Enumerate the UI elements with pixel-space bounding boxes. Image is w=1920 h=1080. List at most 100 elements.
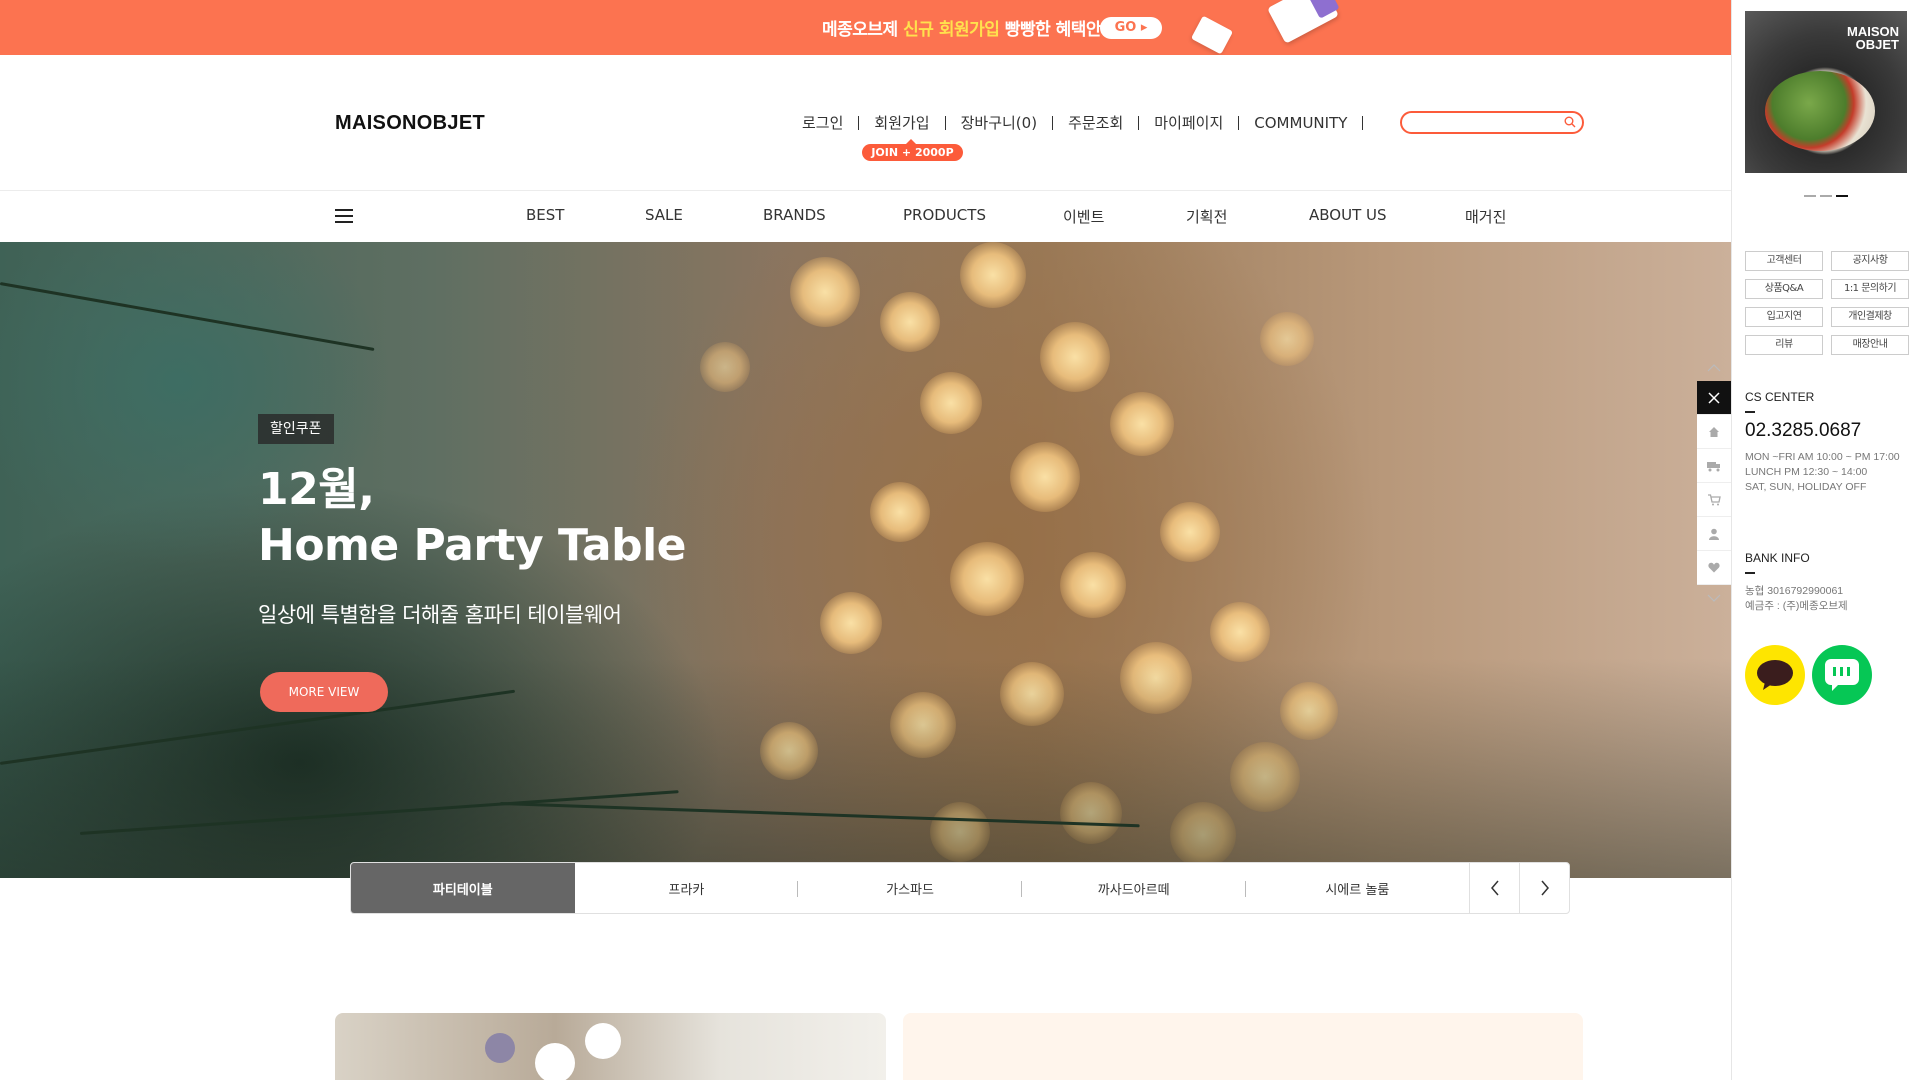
bokeh-light bbox=[1160, 502, 1220, 562]
promo-go-button[interactable]: GO ▸ bbox=[1100, 17, 1162, 39]
utility-nav: 로그인 회원가입 장바구니(0) 주문조회 마이페이지 COMMUNITY bbox=[802, 112, 1378, 133]
cs-phone-number: 02.3285.0687 bbox=[1745, 420, 1862, 441]
talktalk-chat-button[interactable] bbox=[1812, 645, 1872, 705]
side-banner-logo: MAISON OBJET bbox=[1847, 24, 1899, 52]
prev-arrow-button[interactable] bbox=[1469, 863, 1519, 913]
hero-tab-sierre[interactable]: 시에르 놀룸 bbox=[1246, 863, 1470, 913]
content-card-pastel[interactable] bbox=[903, 1013, 1583, 1080]
customer-center-link[interactable]: 고객센터 bbox=[1745, 251, 1823, 271]
promo-text: 메종오브제 신규 회원가입 빵빵한 혜택안내 bbox=[822, 20, 1117, 40]
kakao-chat-button[interactable] bbox=[1745, 645, 1805, 705]
chevron-left-icon bbox=[1490, 880, 1499, 896]
nav-brands[interactable]: BRANDS bbox=[763, 206, 826, 224]
heart-icon bbox=[1708, 562, 1720, 573]
chevron-up-icon bbox=[1707, 364, 1721, 372]
quick-cart-button[interactable] bbox=[1697, 483, 1731, 517]
hero-tab-praka[interactable]: 프라카 bbox=[575, 863, 799, 913]
bokeh-light bbox=[1010, 442, 1080, 512]
bokeh-light bbox=[1260, 312, 1314, 366]
coupon-decoration bbox=[1190, 15, 1234, 55]
promo-banner[interactable]: 메종오브제 신규 회원가입 빵빵한 혜택안내 GO ▸ bbox=[0, 0, 1731, 55]
side-link-grid: 고객센터 공지사항 상품Q&A 1:1 문의하기 입고지연 개인결제창 리뷰 매… bbox=[1745, 251, 1909, 355]
bank-info-title: BANK INFO bbox=[1745, 551, 1810, 565]
chevron-right-icon bbox=[1540, 880, 1549, 896]
search-icon[interactable] bbox=[1564, 116, 1576, 128]
hero-tag: 할인쿠폰 bbox=[258, 414, 334, 444]
notice-link[interactable]: 공지사항 bbox=[1831, 251, 1909, 271]
pine-branch bbox=[0, 282, 375, 351]
login-link[interactable]: 로그인 bbox=[802, 112, 843, 133]
community-link[interactable]: COMMUNITY bbox=[1254, 114, 1347, 132]
bokeh-light bbox=[1210, 602, 1270, 662]
coupon-decoration bbox=[1267, 0, 1339, 44]
quick-close-button[interactable] bbox=[1697, 381, 1731, 415]
close-icon bbox=[1708, 391, 1720, 404]
nav-exhibition[interactable]: 기획전 bbox=[1186, 206, 1227, 227]
search-input[interactable] bbox=[1400, 111, 1584, 134]
stock-delay-link[interactable]: 입고지연 bbox=[1745, 307, 1823, 327]
bokeh-light bbox=[1060, 552, 1126, 618]
main-nav: BEST SALE BRANDS PRODUCTS 이벤트 기획전 ABOUT … bbox=[0, 190, 1731, 243]
cs-hours: MON ~FRI AM 10:00 ~ PM 17:00 LUNCH PM 12… bbox=[1745, 451, 1900, 493]
menu-icon[interactable] bbox=[335, 209, 353, 224]
cart-link[interactable]: 장바구니(0) bbox=[961, 112, 1037, 133]
cart-icon bbox=[1707, 493, 1721, 505]
nav-sale[interactable]: SALE bbox=[645, 206, 683, 224]
flower-decoration bbox=[485, 1033, 515, 1063]
one-on-one-inquiry-link[interactable]: 1:1 문의하기 bbox=[1831, 279, 1909, 299]
flower-decoration bbox=[585, 1023, 621, 1059]
order-lookup-link[interactable]: 주문조회 bbox=[1068, 112, 1123, 133]
scroll-down-button[interactable] bbox=[1697, 585, 1731, 611]
content-card-flowers[interactable] bbox=[335, 1013, 886, 1080]
divider bbox=[1745, 411, 1755, 413]
nav-event[interactable]: 이벤트 bbox=[1063, 206, 1104, 227]
scroll-up-button[interactable] bbox=[1697, 355, 1731, 381]
hero-subtitle: 일상에 특별함을 더해줄 홈파티 테이블웨어 bbox=[258, 603, 622, 627]
bokeh-light bbox=[700, 342, 750, 392]
hero-title: 12월, Home Party Table bbox=[258, 464, 687, 571]
quick-wishlist-button[interactable] bbox=[1697, 551, 1731, 585]
chat-icon bbox=[1825, 659, 1859, 691]
quick-mypage-button[interactable] bbox=[1697, 517, 1731, 551]
promo-highlight: 신규 회원가입 bbox=[903, 20, 1000, 40]
nav-best[interactable]: BEST bbox=[526, 206, 564, 224]
chevron-down-icon bbox=[1707, 594, 1721, 602]
home-icon bbox=[1709, 426, 1719, 437]
quick-home-button[interactable] bbox=[1697, 415, 1731, 449]
side-banner-image[interactable]: MAISON OBJET bbox=[1745, 11, 1907, 173]
bokeh-light bbox=[920, 372, 982, 434]
bokeh-light bbox=[1110, 392, 1174, 456]
store-info-link[interactable]: 매장안내 bbox=[1831, 335, 1909, 355]
nav-magazine[interactable]: 매거진 bbox=[1465, 206, 1506, 227]
hero-tab-bar: 파티테이블 프라카 가스파드 까사드아르떼 시에르 놀룸 bbox=[350, 862, 1570, 914]
signup-link[interactable]: 회원가입 bbox=[874, 112, 929, 133]
hero-tab-casa-arte[interactable]: 까사드아르떼 bbox=[1022, 863, 1246, 913]
flower-decoration bbox=[535, 1043, 575, 1080]
side-banner-pager[interactable] bbox=[1804, 195, 1848, 197]
mypage-link[interactable]: 마이페이지 bbox=[1154, 112, 1223, 133]
join-points-badge: JOIN + 2000P bbox=[862, 139, 963, 161]
user-icon bbox=[1709, 528, 1719, 540]
hero-tab-party-table[interactable]: 파티테이블 bbox=[351, 863, 575, 913]
quick-delivery-button[interactable] bbox=[1697, 449, 1731, 483]
bank-info: 농협 3016792990061 예금주 : (주)메종오브제 bbox=[1745, 585, 1848, 612]
bokeh-light bbox=[1040, 322, 1110, 392]
nav-products[interactable]: PRODUCTS bbox=[903, 206, 986, 224]
bokeh-light bbox=[950, 542, 1024, 616]
personal-payment-link[interactable]: 개인결제창 bbox=[1831, 307, 1909, 327]
nav-about-us[interactable]: ABOUT US bbox=[1309, 206, 1387, 224]
bokeh-light bbox=[960, 242, 1026, 308]
site-logo[interactable]: MAISONOBJET bbox=[335, 112, 485, 135]
speech-bubble-icon bbox=[1757, 660, 1793, 690]
review-link[interactable]: 리뷰 bbox=[1745, 335, 1823, 355]
hero-banner[interactable]: 할인쿠폰 12월, Home Party Table 일상에 특별함을 더해줄 … bbox=[0, 242, 1731, 878]
salad-bowl-image bbox=[1765, 71, 1875, 151]
divider bbox=[1745, 572, 1755, 574]
next-arrow-button[interactable] bbox=[1519, 863, 1569, 913]
bokeh-light bbox=[820, 592, 882, 654]
quick-menu bbox=[1697, 355, 1731, 611]
hero-tab-gaspard[interactable]: 가스파드 bbox=[798, 863, 1022, 913]
product-qna-link[interactable]: 상품Q&A bbox=[1745, 279, 1823, 299]
more-view-button[interactable]: MORE VIEW bbox=[260, 672, 388, 712]
bokeh-light bbox=[870, 482, 930, 542]
